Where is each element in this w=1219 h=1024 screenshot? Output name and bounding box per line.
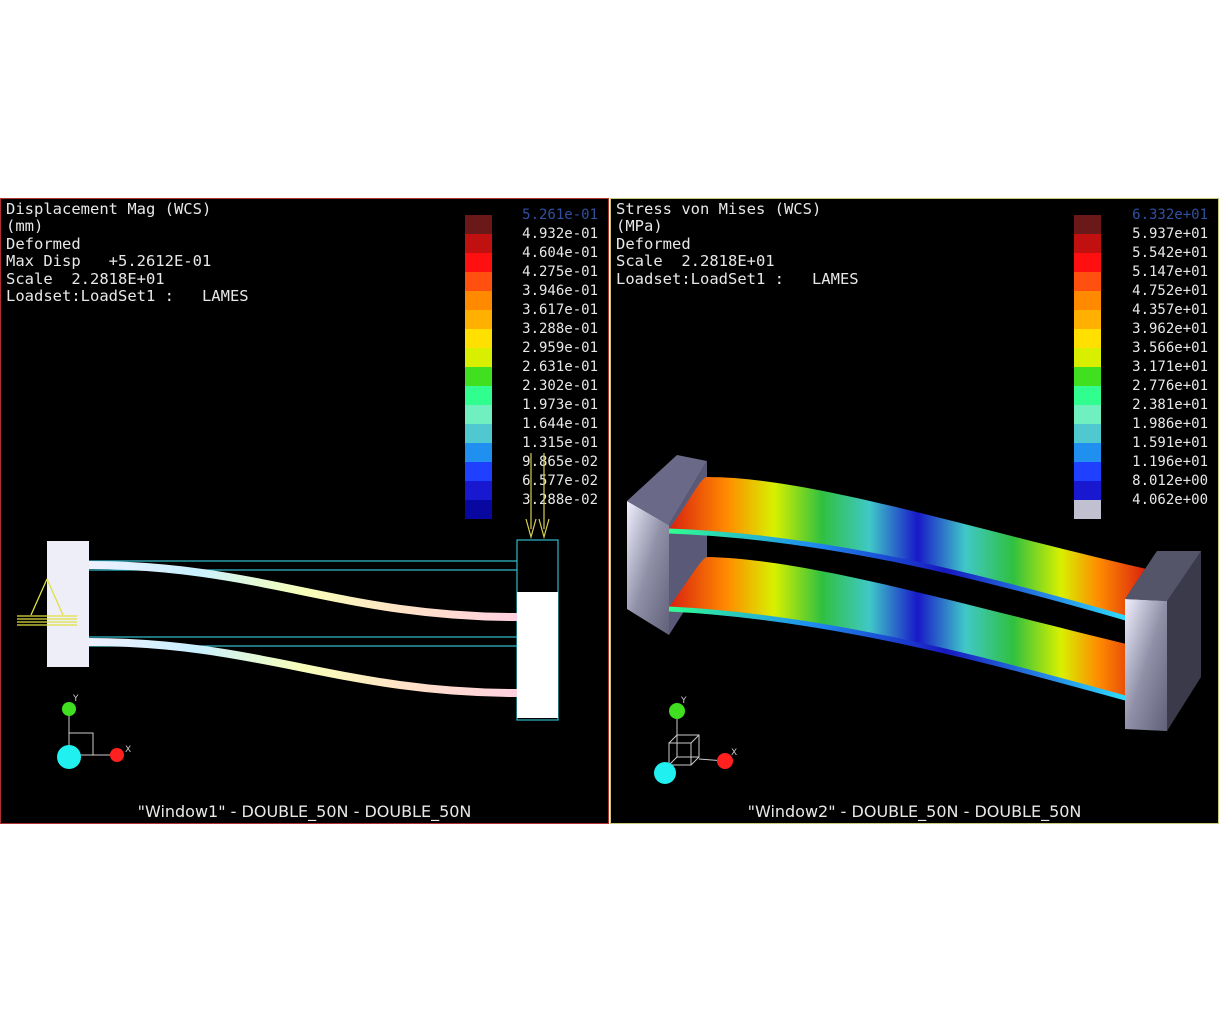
window-caption: "Window2" - DOUBLE_50N - DOUBLE_50N	[747, 802, 1082, 821]
stress-model-view[interactable]: Y X	[611, 199, 1218, 823]
displacement-model-view[interactable]: Y X	[1, 199, 608, 823]
x-axis-label: X	[731, 748, 737, 758]
load-arrows	[525, 453, 550, 540]
axis-triad: Y X	[654, 696, 737, 784]
y-axis-label: Y	[680, 696, 687, 706]
x-axis-label: X	[125, 745, 131, 755]
fixed-block	[47, 541, 89, 667]
moving-block	[517, 592, 558, 718]
upper-blade	[88, 561, 518, 621]
lower-blade	[88, 638, 518, 697]
axis-triad: Y X	[57, 694, 131, 769]
viewport-window-1[interactable]: Displacement Mag (WCS) (mm) Deformed Max…	[0, 198, 609, 824]
viewport-window-2[interactable]: Stress von Mises (WCS) (MPa) Deformed Sc…	[610, 198, 1219, 824]
y-axis-label: Y	[72, 694, 79, 704]
window-caption: "Window1" - DOUBLE_50N - DOUBLE_50N	[137, 802, 472, 821]
